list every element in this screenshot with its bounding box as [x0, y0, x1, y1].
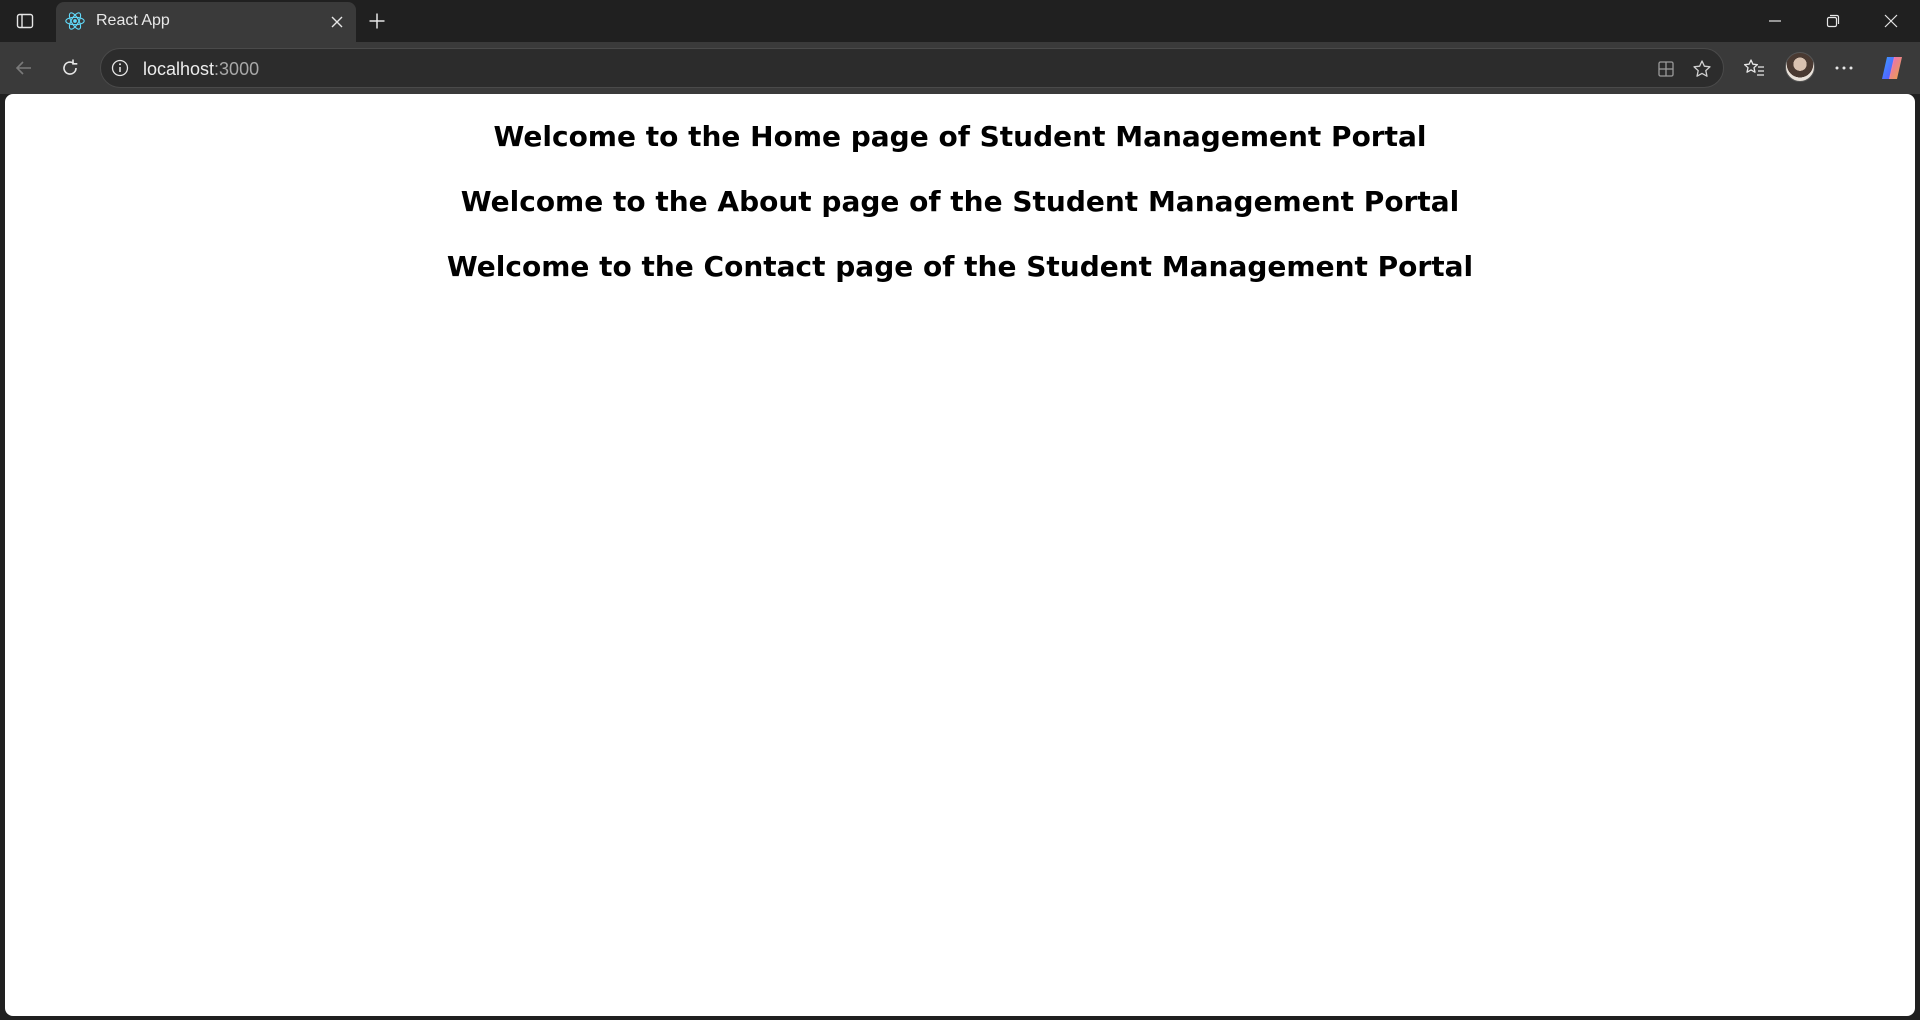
favorites-button[interactable] [1738, 52, 1770, 84]
favorites-icon [1743, 59, 1764, 76]
copilot-button[interactable] [1876, 52, 1908, 84]
info-icon [111, 59, 129, 77]
url-port: :3000 [214, 59, 260, 79]
react-logo-icon [65, 12, 85, 30]
url-host: localhost [143, 59, 215, 79]
close-icon [1884, 14, 1898, 28]
plus-icon [369, 13, 385, 29]
about-heading: Welcome to the About page of the Student… [460, 185, 1460, 218]
contact-heading: Welcome to the Contact page of the Stude… [446, 250, 1474, 283]
tab-title: React App [96, 12, 170, 29]
browser-window: React App localhost:3000 Welcome to the … [0, 0, 1920, 1020]
restore-button[interactable] [1804, 0, 1862, 42]
close-tab-button[interactable] [326, 11, 348, 33]
minimize-button[interactable] [1746, 0, 1804, 42]
apps-icon [1658, 61, 1674, 77]
more-icon [1835, 66, 1853, 70]
more-button[interactable] [1828, 52, 1860, 84]
site-info-button[interactable] [110, 58, 130, 78]
close-window-button[interactable] [1862, 0, 1920, 42]
tab-actions-icon [16, 13, 34, 29]
apps-button[interactable] [1653, 56, 1679, 82]
copilot-icon [1882, 57, 1902, 79]
star-icon [1693, 60, 1711, 77]
refresh-icon [63, 59, 78, 75]
minimize-icon [1769, 20, 1781, 22]
back-arrow-icon [15, 61, 31, 75]
favorite-button[interactable] [1689, 56, 1715, 82]
avatar[interactable] [1785, 52, 1815, 82]
browser-toolbar: localhost:3000 [0, 42, 1920, 94]
back-button[interactable] [8, 52, 40, 84]
tab-strip: React App [0, 0, 1920, 42]
url-text[interactable]: localhost:3000 [143, 59, 259, 79]
tab-actions-button[interactable] [10, 6, 40, 36]
active-tab[interactable]: React App [56, 2, 356, 42]
restore-icon [1826, 14, 1840, 28]
page-viewport: Welcome to the Home page of Student Mana… [5, 94, 1915, 1016]
home-heading: Welcome to the Home page of Student Mana… [493, 120, 1427, 153]
new-tab-button[interactable] [362, 6, 392, 36]
close-icon [331, 16, 343, 28]
refresh-button[interactable] [54, 52, 86, 84]
address-bar[interactable]: localhost:3000 [100, 48, 1724, 88]
